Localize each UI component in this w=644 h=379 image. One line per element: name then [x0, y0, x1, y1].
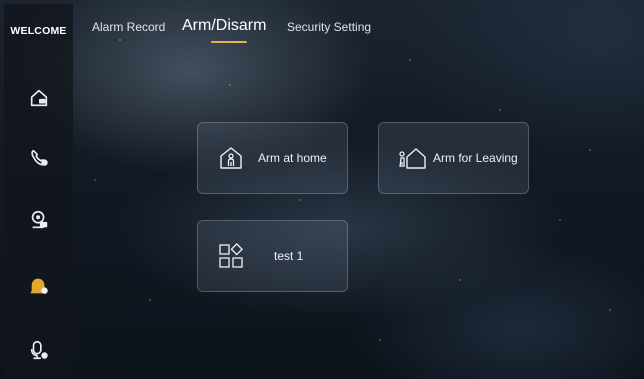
arm-at-home-button[interactable]: Arm at home [197, 122, 348, 194]
custom-mode-grid-icon [219, 243, 243, 268]
sidebar-item-intercom[interactable] [4, 330, 73, 370]
custom-mode-button[interactable]: test 1 [197, 220, 348, 292]
sidebar-item-call[interactable] [4, 138, 73, 178]
person-in-house-icon [220, 147, 242, 169]
arm-for-leaving-button[interactable]: Arm for Leaving [378, 122, 529, 194]
tab-arm-disarm[interactable]: Arm/Disarm [182, 17, 266, 35]
mode-label: Arm at home [258, 151, 327, 165]
camera-icon [31, 210, 47, 229]
person-leaving-house-icon [399, 148, 426, 169]
intercom-icon [30, 340, 48, 360]
sidebar: WELCOME [4, 4, 73, 375]
mode-label: test 1 [274, 249, 304, 263]
active-tab-indicator [211, 41, 247, 43]
tab-security-setting[interactable]: Security Setting [287, 20, 371, 34]
alarm-icon [30, 278, 48, 294]
tab-alarm-record[interactable]: Alarm Record [92, 20, 165, 34]
brand-label: WELCOME [10, 25, 67, 37]
phone-icon [30, 149, 48, 166]
sidebar-item-alarm[interactable] [4, 266, 73, 306]
sidebar-item-monitor[interactable] [4, 200, 73, 240]
mode-label: Arm for Leaving [433, 151, 518, 165]
home-icon [30, 89, 47, 107]
sidebar-item-home[interactable] [4, 78, 73, 118]
